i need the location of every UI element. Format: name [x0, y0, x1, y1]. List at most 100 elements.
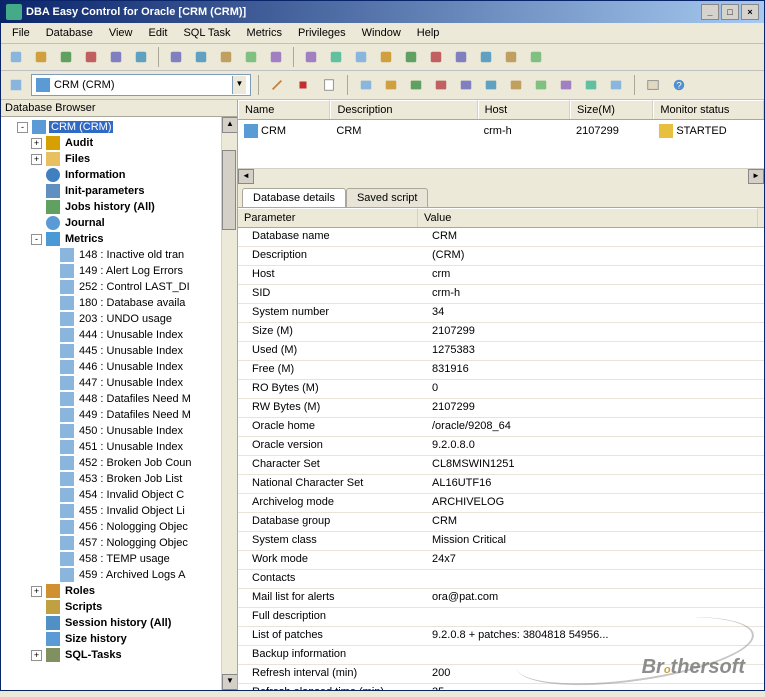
menu-help[interactable]: Help: [410, 25, 447, 41]
tree-node[interactable]: 148 : Inactive old tran: [3, 247, 235, 263]
tool-btn[interactable]: [350, 46, 372, 68]
tool-btn[interactable]: [400, 46, 422, 68]
detail-row[interactable]: Oracle home/oracle/9208_64: [238, 418, 764, 437]
grid-col-description[interactable]: Description: [330, 100, 477, 119]
tree-node[interactable]: 452 : Broken Job Coun: [3, 455, 235, 471]
tree-node[interactable]: Information: [3, 167, 235, 183]
detail-row[interactable]: Free (M)831916: [238, 361, 764, 380]
tool-btn[interactable]: [165, 46, 187, 68]
tool-btn[interactable]: [130, 46, 152, 68]
tool-btn[interactable]: [240, 46, 262, 68]
detail-row[interactable]: Used (M)1275383: [238, 342, 764, 361]
menu-metrics[interactable]: Metrics: [240, 25, 289, 41]
expand-icon[interactable]: +: [31, 154, 42, 165]
tool-btn[interactable]: [80, 46, 102, 68]
db-grid-row[interactable]: CRMCRMcrm-h2107299STARTED: [238, 120, 764, 142]
detail-row[interactable]: System number34: [238, 304, 764, 323]
detail-row[interactable]: RW Bytes (M)2107299: [238, 399, 764, 418]
tree-node[interactable]: Session history (All): [3, 615, 235, 631]
tree-node[interactable]: 448 : Datafiles Need M: [3, 391, 235, 407]
tree-node[interactable]: 453 : Broken Job List: [3, 471, 235, 487]
scroll-down-icon[interactable]: ▼: [222, 674, 237, 690]
grid-col-sizem[interactable]: Size(M): [570, 100, 653, 119]
tool-btn[interactable]: [605, 74, 627, 96]
detail-row[interactable]: Full description: [238, 608, 764, 627]
tool-btn[interactable]: [5, 74, 27, 96]
tree-node[interactable]: 454 : Invalid Object C: [3, 487, 235, 503]
menu-file[interactable]: File: [5, 25, 37, 41]
menu-database[interactable]: Database: [39, 25, 100, 41]
help-button[interactable]: ?: [668, 74, 690, 96]
database-combo[interactable]: CRM (CRM) ▼: [31, 74, 251, 96]
detail-row[interactable]: Work mode24x7: [238, 551, 764, 570]
tool-btn[interactable]: [580, 74, 602, 96]
detail-row[interactable]: Backup information: [238, 646, 764, 665]
expand-icon[interactable]: +: [31, 586, 42, 597]
detail-row[interactable]: Archivelog modeARCHIVELOG: [238, 494, 764, 513]
menu-edit[interactable]: Edit: [141, 25, 174, 41]
tool-btn[interactable]: [300, 46, 322, 68]
tool-btn[interactable]: [425, 46, 447, 68]
grid-col-monitorstatus[interactable]: Monitor status: [653, 100, 764, 119]
detail-row[interactable]: Refresh interval (min)200: [238, 665, 764, 684]
detail-row[interactable]: National Character SetAL16UTF16: [238, 475, 764, 494]
tool-btn[interactable]: [480, 74, 502, 96]
tree-node[interactable]: Journal: [3, 215, 235, 231]
tree-node[interactable]: 458 : TEMP usage: [3, 551, 235, 567]
tree-node[interactable]: 203 : UNDO usage: [3, 311, 235, 327]
scroll-left-icon[interactable]: ◄: [238, 169, 254, 184]
titlebar[interactable]: DBA Easy Control for Oracle [CRM (CRM)] …: [1, 1, 764, 23]
grid-hscroll[interactable]: ◄ ►: [238, 168, 764, 184]
tree-node[interactable]: 149 : Alert Log Errors: [3, 263, 235, 279]
detail-row[interactable]: Hostcrm: [238, 266, 764, 285]
tree-node[interactable]: +Audit: [3, 135, 235, 151]
detail-row[interactable]: List of patches 9.2.0.8 + patches: 38048…: [238, 627, 764, 646]
tree-node[interactable]: Size history: [3, 631, 235, 647]
tool-btn[interactable]: [325, 46, 347, 68]
tool-btn[interactable]: [55, 46, 77, 68]
detail-row[interactable]: Database groupCRM: [238, 513, 764, 532]
tree-node[interactable]: +Files: [3, 151, 235, 167]
tree-node[interactable]: 457 : Nologging Objec: [3, 535, 235, 551]
detail-row[interactable]: Database nameCRM: [238, 228, 764, 247]
detail-row[interactable]: Character SetCL8MSWIN1251: [238, 456, 764, 475]
close-button[interactable]: ×: [741, 4, 759, 20]
database-tree[interactable]: -CRM (CRM) +Audit+FilesInformationInit-p…: [1, 117, 237, 690]
tree-node[interactable]: 455 : Invalid Object Li: [3, 503, 235, 519]
detail-row[interactable]: Contacts: [238, 570, 764, 589]
script-button[interactable]: [318, 74, 340, 96]
tool-btn[interactable]: [500, 46, 522, 68]
tree-node[interactable]: 252 : Control LAST_DI: [3, 279, 235, 295]
expand-icon[interactable]: -: [17, 122, 28, 133]
tool-btn[interactable]: [380, 74, 402, 96]
menu-privileges[interactable]: Privileges: [291, 25, 353, 41]
tool-btn[interactable]: [525, 46, 547, 68]
settings-button[interactable]: [642, 74, 664, 96]
tool-btn[interactable]: [555, 74, 577, 96]
tool-btn[interactable]: [105, 46, 127, 68]
grid-col-host[interactable]: Host: [478, 100, 570, 119]
tool-btn[interactable]: [375, 46, 397, 68]
tool-btn[interactable]: [450, 46, 472, 68]
tree-node[interactable]: -CRM (CRM): [3, 119, 235, 135]
detail-row[interactable]: Refresh elapsed time (min)35: [238, 684, 764, 690]
tool-btn[interactable]: [505, 74, 527, 96]
tree-node[interactable]: 446 : Unusable Index: [3, 359, 235, 375]
detail-row[interactable]: Size (M)2107299: [238, 323, 764, 342]
tool-btn[interactable]: [430, 74, 452, 96]
tree-node[interactable]: 180 : Database availa: [3, 295, 235, 311]
tool-btn[interactable]: [355, 74, 377, 96]
wand-button[interactable]: [266, 74, 288, 96]
tree-node[interactable]: 445 : Unusable Index: [3, 343, 235, 359]
detail-row[interactable]: Description(CRM): [238, 247, 764, 266]
tree-scrollbar[interactable]: ▲ ▼: [221, 117, 237, 690]
menu-window[interactable]: Window: [355, 25, 408, 41]
detail-col-parameter[interactable]: Parameter: [238, 208, 418, 227]
stop-button[interactable]: [292, 74, 314, 96]
tree-node[interactable]: +Roles: [3, 583, 235, 599]
detail-col-value[interactable]: Value: [418, 208, 758, 227]
tree-node[interactable]: Init-parameters: [3, 183, 235, 199]
scroll-thumb[interactable]: [222, 150, 236, 230]
minimize-button[interactable]: _: [701, 4, 719, 20]
scroll-right-icon[interactable]: ►: [748, 169, 764, 184]
